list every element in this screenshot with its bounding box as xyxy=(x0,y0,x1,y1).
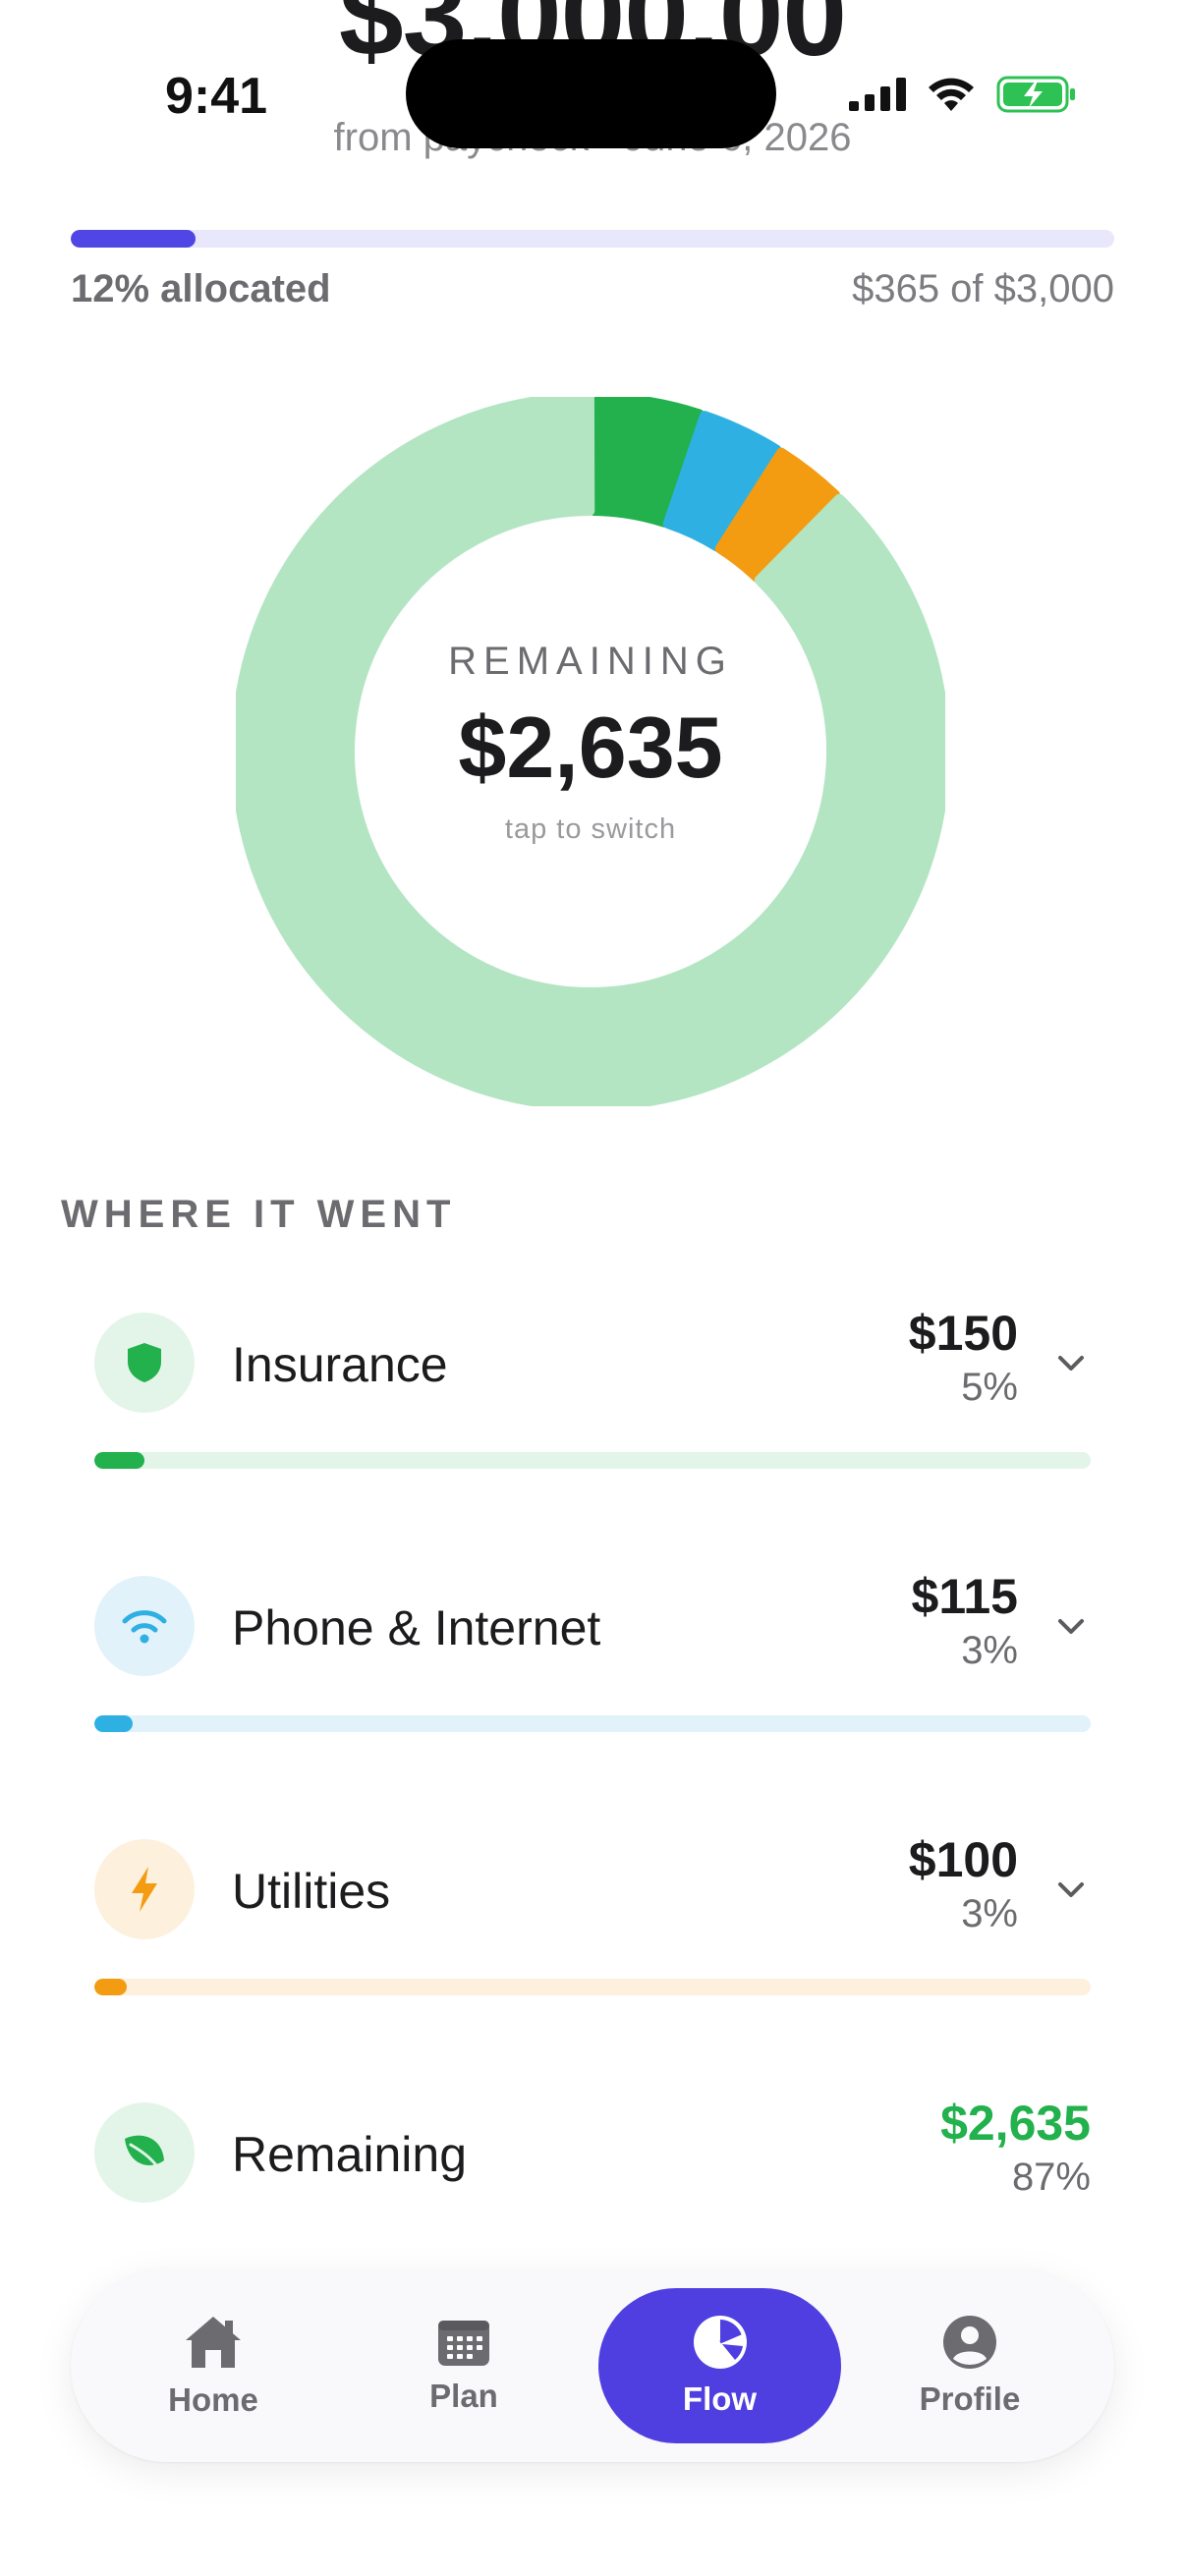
category-icon-badge xyxy=(94,1576,195,1676)
allocation-progress-fill xyxy=(71,230,197,248)
category-progress-bar xyxy=(94,1452,1091,1469)
wifi-icon xyxy=(122,1610,167,1644)
section-title: WHERE IT WENT xyxy=(61,1193,457,1236)
donut-center-label: REMAINING xyxy=(448,640,733,683)
tab-label: Flow xyxy=(682,2380,758,2417)
shield-icon xyxy=(128,1343,161,1382)
category-name: Phone & Internet xyxy=(232,1600,601,1655)
chevron-down-icon[interactable] xyxy=(1051,1871,1091,1910)
donut-hint: tap to switch xyxy=(504,813,677,845)
category-row-utilities[interactable]: Utilities $100 3% xyxy=(94,1832,1091,2036)
category-percent: 5% xyxy=(961,1366,1018,1409)
tab-profile[interactable]: Profile xyxy=(896,2269,1044,2462)
category-percent: 3% xyxy=(961,1629,1018,1672)
category-row-phone-internet[interactable]: Phone & Internet $115 3% xyxy=(94,1569,1091,1772)
signal-icon xyxy=(849,78,906,111)
category-name: Remaining xyxy=(232,2127,468,2182)
category-progress-bar xyxy=(94,1979,1091,1995)
wifi-status-icon xyxy=(929,78,974,111)
category-row-insurance[interactable]: Insurance $150 5% xyxy=(94,1306,1091,1509)
category-name: Utilities xyxy=(232,1864,391,1919)
status-indicators xyxy=(849,75,1077,114)
leaf-icon xyxy=(125,2135,164,2172)
category-name: Insurance xyxy=(232,1337,448,1392)
tab-plan[interactable]: Plan xyxy=(390,2269,537,2462)
tab-home[interactable]: Home xyxy=(140,2269,287,2462)
allocated-amount: $365 of $3,000 xyxy=(852,267,1114,310)
calendar-icon xyxy=(438,2321,489,2366)
battery-icon xyxy=(996,76,1075,113)
home-icon xyxy=(186,2317,241,2368)
category-amount: $100 xyxy=(908,1832,1018,1887)
status-time: 9:41 xyxy=(165,68,268,125)
category-amount: $150 xyxy=(908,1306,1018,1361)
category-percent: 3% xyxy=(961,1892,1018,1935)
chevron-down-icon[interactable] xyxy=(1051,1344,1091,1383)
category-progress-bar xyxy=(94,1715,1091,1732)
chevron-down-icon[interactable] xyxy=(1051,1607,1091,1647)
tab-label: Plan xyxy=(429,2378,498,2414)
dynamic-island xyxy=(406,39,776,148)
category-progress-fill xyxy=(94,1715,133,1732)
pie-chart-icon xyxy=(693,2316,747,2369)
category-icon-badge xyxy=(94,1839,195,1939)
category-icon-badge xyxy=(94,2102,195,2203)
donut-center[interactable]: REMAINING $2,635 tap to switch xyxy=(236,397,945,1106)
remaining-amount: $2,635 xyxy=(940,2096,1091,2151)
category-amount: $115 xyxy=(911,1569,1018,1624)
profile-icon xyxy=(943,2316,996,2369)
tab-label: Profile xyxy=(919,2380,1021,2417)
category-progress-fill xyxy=(94,1452,144,1469)
tab-flow[interactable]: Flow xyxy=(598,2288,841,2443)
tab-label: Home xyxy=(168,2381,258,2418)
donut-center-value: $2,635 xyxy=(458,699,723,796)
flow-screen: $3,000.00 from paycheck · June 6, 2026 9… xyxy=(0,0,1185,2576)
allocation-progress-bar xyxy=(71,230,1114,248)
bolt-icon xyxy=(132,1867,157,1912)
tab-bar: Home Plan Flow Profile xyxy=(71,2269,1114,2462)
allocated-percent: 12% allocated xyxy=(71,267,331,310)
category-icon-badge xyxy=(94,1313,195,1413)
category-progress-fill xyxy=(94,1979,128,1995)
remaining-percent: 87% xyxy=(1011,2156,1091,2199)
